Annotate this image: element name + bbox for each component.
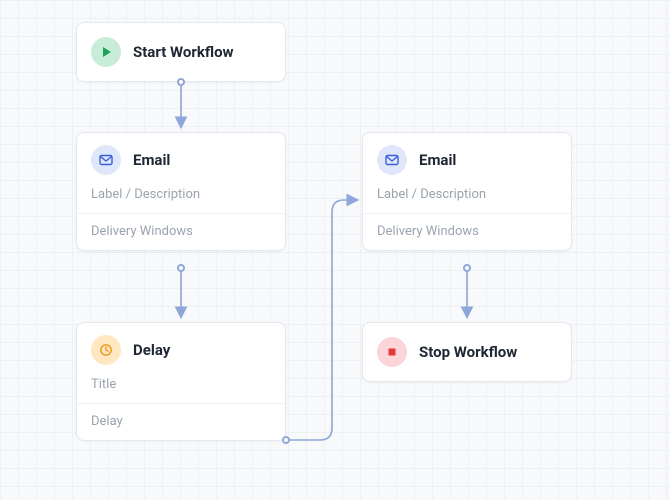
node-stop[interactable]: Stop Workflow xyxy=(362,322,572,382)
field-delivery-windows[interactable]: Delivery Windows xyxy=(363,213,571,250)
mail-icon xyxy=(91,145,121,175)
field-delay[interactable]: Delay xyxy=(77,403,285,440)
node-email-1[interactable]: Email Label / Description Delivery Windo… xyxy=(76,132,286,251)
node-start-title: Start Workflow xyxy=(133,43,234,61)
mail-icon xyxy=(377,145,407,175)
field-delivery-windows[interactable]: Delivery Windows xyxy=(77,213,285,250)
node-delay[interactable]: Delay Title Delay xyxy=(76,322,286,441)
node-stop-title: Stop Workflow xyxy=(419,343,517,361)
field-label-description[interactable]: Label / Description xyxy=(77,187,285,213)
field-title[interactable]: Title xyxy=(77,377,285,403)
workflow-canvas[interactable]: Start Workflow Email Label / Description… xyxy=(0,0,670,500)
field-label-description[interactable]: Label / Description xyxy=(363,187,571,213)
node-email-2-title: Email xyxy=(419,151,456,169)
play-icon xyxy=(91,37,121,67)
node-delay-title: Delay xyxy=(133,341,170,359)
port-out[interactable] xyxy=(463,264,471,272)
port-out[interactable] xyxy=(177,78,185,86)
clock-icon xyxy=(91,335,121,365)
stop-icon xyxy=(377,337,407,367)
node-email-1-title: Email xyxy=(133,151,170,169)
port-out[interactable] xyxy=(177,264,185,272)
port-out[interactable] xyxy=(282,436,290,444)
node-start[interactable]: Start Workflow xyxy=(76,22,286,82)
node-email-2[interactable]: Email Label / Description Delivery Windo… xyxy=(362,132,572,251)
